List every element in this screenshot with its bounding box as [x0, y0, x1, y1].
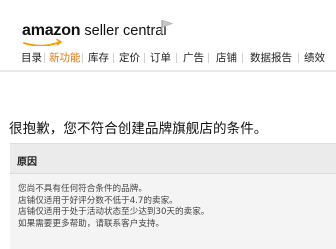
- nav-divider: [82, 53, 83, 63]
- nav-divider: [44, 53, 45, 63]
- reason-panel-header: 原因: [10, 144, 336, 174]
- amazon-smile-icon: [23, 38, 62, 46]
- nav-item-inventory[interactable]: 库存: [88, 50, 109, 66]
- reason-panel-title: 原因: [17, 157, 37, 168]
- nav-divider: [176, 53, 177, 63]
- app-header: amazon seller central 目录 新功能 库存 定价 订单 广告…: [0, 0, 336, 72]
- nav-item-catalog[interactable]: 目录: [21, 50, 42, 66]
- nav-divider: [144, 53, 145, 63]
- nav-divider: [208, 53, 209, 63]
- nav-item-orders[interactable]: 订单: [150, 50, 171, 66]
- nav-item-new-features[interactable]: 新功能: [49, 50, 81, 66]
- page-title: 很抱歉，您不符合创建品牌旗舰店的条件。: [9, 121, 268, 137]
- reason-panel: 原因 您尚不具有任何符合条件的品牌。 店铺仅适用于好评分数不低于4.7的卖家。 …: [10, 143, 336, 249]
- nav-item-pricing[interactable]: 定价: [119, 50, 140, 66]
- nav-divider-line: [0, 70, 336, 72]
- help-text: 如果需要更多帮助，请联系客户支持。: [18, 218, 165, 229]
- nav-divider: [113, 53, 114, 63]
- nav-item-reports[interactable]: 数据报告: [250, 50, 292, 66]
- reason-list: 您尚不具有任何符合条件的品牌。 店铺仅适用于好评分数不低于4.7的卖家。 店铺仅…: [18, 184, 334, 230]
- reason-item: 店铺仅适用于好评分数不低于4.7的卖家。: [18, 195, 178, 206]
- nav-divider: [242, 53, 243, 63]
- nav-item-advertising[interactable]: 广告: [183, 50, 204, 66]
- main-nav: 目录 新功能 库存 定价 订单 广告 店铺 数据报告 绩效: [0, 47, 336, 69]
- nav-divider: [298, 53, 299, 63]
- logo-seller-central-text: seller central: [84, 23, 167, 39]
- nav-item-performance[interactable]: 绩效: [304, 50, 325, 66]
- flag-icon[interactable]: [160, 19, 174, 35]
- reason-item: 您尚不具有任何符合条件的品牌。: [18, 184, 147, 194]
- reason-item: 店铺仅适用于处于活动状态至少达到30天的卖家。: [18, 207, 210, 218]
- nav-item-stores[interactable]: 店铺: [216, 50, 237, 66]
